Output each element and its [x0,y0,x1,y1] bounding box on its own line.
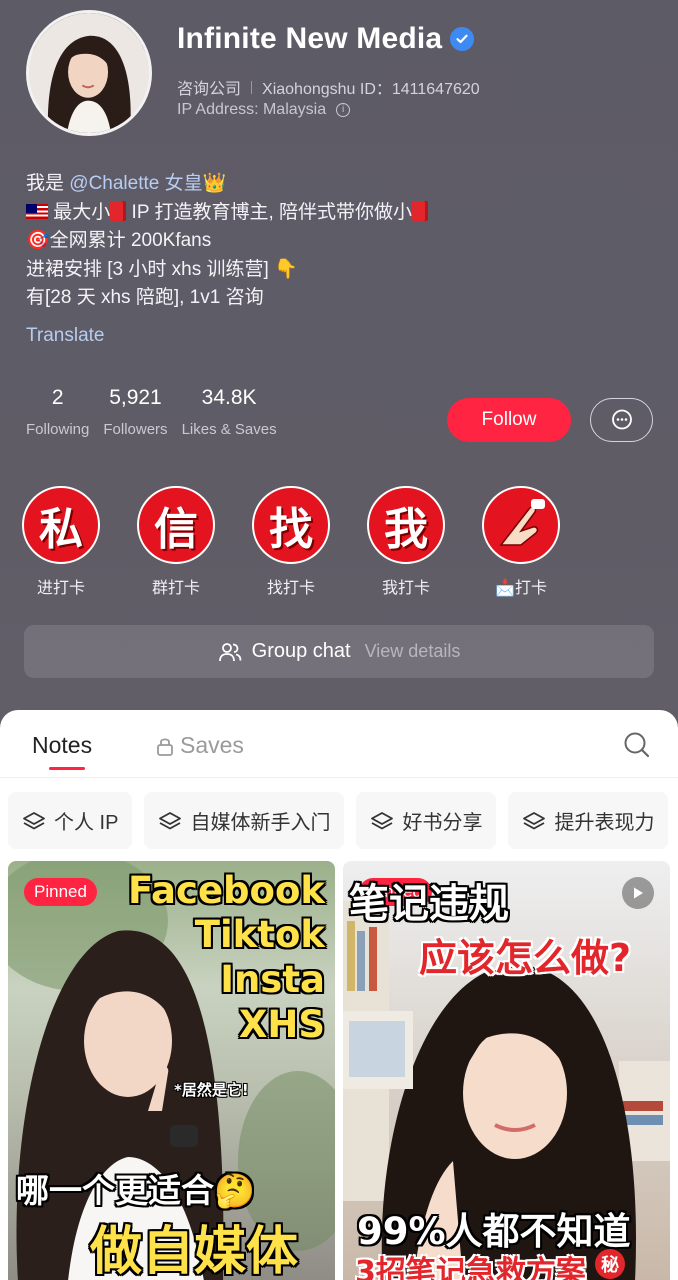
bio-line-3: 🎯全网累计 200Kfans [26,230,212,251]
collection-chips: 个人 IP 自媒体新手入门 好书分享 提升表现力 [8,792,669,849]
profile-xhs-id[interactable]: Xiaohongshu ID：1411647620 [262,75,480,99]
highlights-row: 私 进打卡 信 群打卡 找 找打卡 我 我打卡 📩打卡 [22,486,597,598]
collection-chip[interactable]: 好书分享 [356,792,497,849]
tab-notes[interactable]: Notes [32,732,92,759]
lock-icon [157,737,173,756]
profile-name-row: Infinite New Media [177,22,475,56]
highlight-label: 📩打卡 [495,580,547,597]
highlight-item[interactable]: 找 找打卡 [252,486,367,598]
note-card[interactable]: Pinned Facebook Tiktok Insta XHS *居然是它! … [8,861,335,1280]
cover-caption: 做自媒体 [90,1222,299,1280]
highlight-item[interactable]: 私 进打卡 [22,486,137,598]
collection-chip[interactable]: 个人 IP [8,792,133,849]
tab-bar: Notes Saves [0,710,678,778]
video-play-icon [622,877,654,909]
cover-text: Insta [220,958,325,1001]
group-chat-title: Group chat [251,640,351,662]
active-tab-indicator [49,767,85,770]
profile-stats: 2 Following 5,921 Followers 34.8K Likes … [26,386,291,438]
layers-icon [159,811,182,829]
profile-category: 咨询公司 [177,81,242,98]
cover-caption: 哪一个更适合🤔 [16,1171,256,1210]
red-book-icon [110,200,127,221]
pointing-hand-icon [499,499,545,546]
cover-small-note: *居然是它! [174,1081,249,1099]
cover-text: Tiktok [194,913,325,956]
group-chat-details: View details [364,641,461,661]
search-icon[interactable] [622,730,652,760]
highlight-label: 找打卡 [266,580,315,597]
malaysia-flag-icon [26,203,48,219]
profile-meta: 咨询公司 Xiaohongshu ID：1411647620 [177,75,480,99]
profile-bio: 我是 @Chalette 女皇👑 最大小 IP 打造教育博主, 陪伴式带你做小 … [26,170,429,313]
chat-bubble-icon [611,409,632,430]
crown-icon: 👑 [202,173,227,194]
follow-button[interactable]: Follow [447,398,571,442]
highlight-item[interactable]: 信 群打卡 [137,486,252,598]
pinned-badge: Pinned [24,878,97,906]
cover-seal: 秘 [595,1249,625,1279]
highlight-item[interactable]: 📩打卡 [482,486,597,598]
bio-line-2: 最大小 IP 打造教育博主, 陪伴式带你做小 [26,199,429,228]
profile-header: Infinite New Media 咨询公司 Xiaohongshu ID：1… [0,0,678,710]
collection-chip[interactable]: 自媒体新手入门 [144,792,345,849]
stat-following[interactable]: 2 Following [26,386,89,438]
ip-address: IP Address: Malaysia [177,101,327,118]
cover-text: XHS [238,1003,325,1046]
layers-icon [371,811,394,829]
notes-grid: Pinned Facebook Tiktok Insta XHS *居然是它! … [8,861,678,1280]
highlight-label: 群打卡 [151,580,200,597]
highlight-cover: 找 [252,486,330,564]
red-book-icon [412,200,429,221]
group-chat-bar[interactable]: Group chat View details [24,625,654,678]
highlight-cover [482,486,560,564]
note-card[interactable]: Pinned 笔记违规 应该怎么做? 99%人都不知道 3招笔记急救方案 秘 [343,861,670,1280]
verified-icon [450,27,475,51]
mention-link[interactable]: @Chalette 女皇 [69,173,202,194]
bio-line-5: 有[28 天 xhs 陪跑], 1v1 咨询 [26,287,264,308]
highlight-item[interactable]: 我 我打卡 [367,486,482,598]
cover-text: Facebook [127,869,325,912]
target-icon: 🎯 [26,230,50,251]
cover-text: 笔记违规 [349,881,509,927]
message-button[interactable] [590,398,653,442]
collection-chip[interactable]: 提升表现力 [508,792,669,849]
ip-row: IP Address: Malaysia i [177,101,351,119]
meta-divider [251,80,253,94]
highlight-cover: 私 [22,486,100,564]
stat-likes-saves[interactable]: 34.8K Likes & Saves [182,386,277,438]
stat-followers[interactable]: 5,921 Followers [103,386,167,438]
bio-line-1: 我是 @Chalette 女皇👑 [26,173,227,194]
layers-icon [23,811,45,829]
profile-name: Infinite New Media [177,22,443,55]
highlight-label: 我打卡 [381,580,430,597]
pointing-down-icon: 👇 [274,258,298,280]
layers-icon [523,811,546,829]
tab-saves[interactable]: Saves [156,732,244,759]
content-sheet: Notes Saves 个人 IP 自媒体新手入门 好书分享 提升表现力 Pin… [0,710,678,1280]
cover-text: 应该怎么做? [419,936,632,980]
info-icon[interactable]: i [336,103,351,117]
bio-line-4: 进裙安排 [3 小时 xhs 训练营] 👇 [26,258,298,280]
highlight-label: 进打卡 [36,580,85,597]
avatar[interactable] [26,10,152,136]
cover-caption: 3招笔记急救方案 [355,1255,586,1280]
highlight-cover: 信 [137,486,215,564]
highlight-cover: 我 [367,486,445,564]
translate-link[interactable]: Translate [26,325,105,347]
group-icon [218,642,242,661]
